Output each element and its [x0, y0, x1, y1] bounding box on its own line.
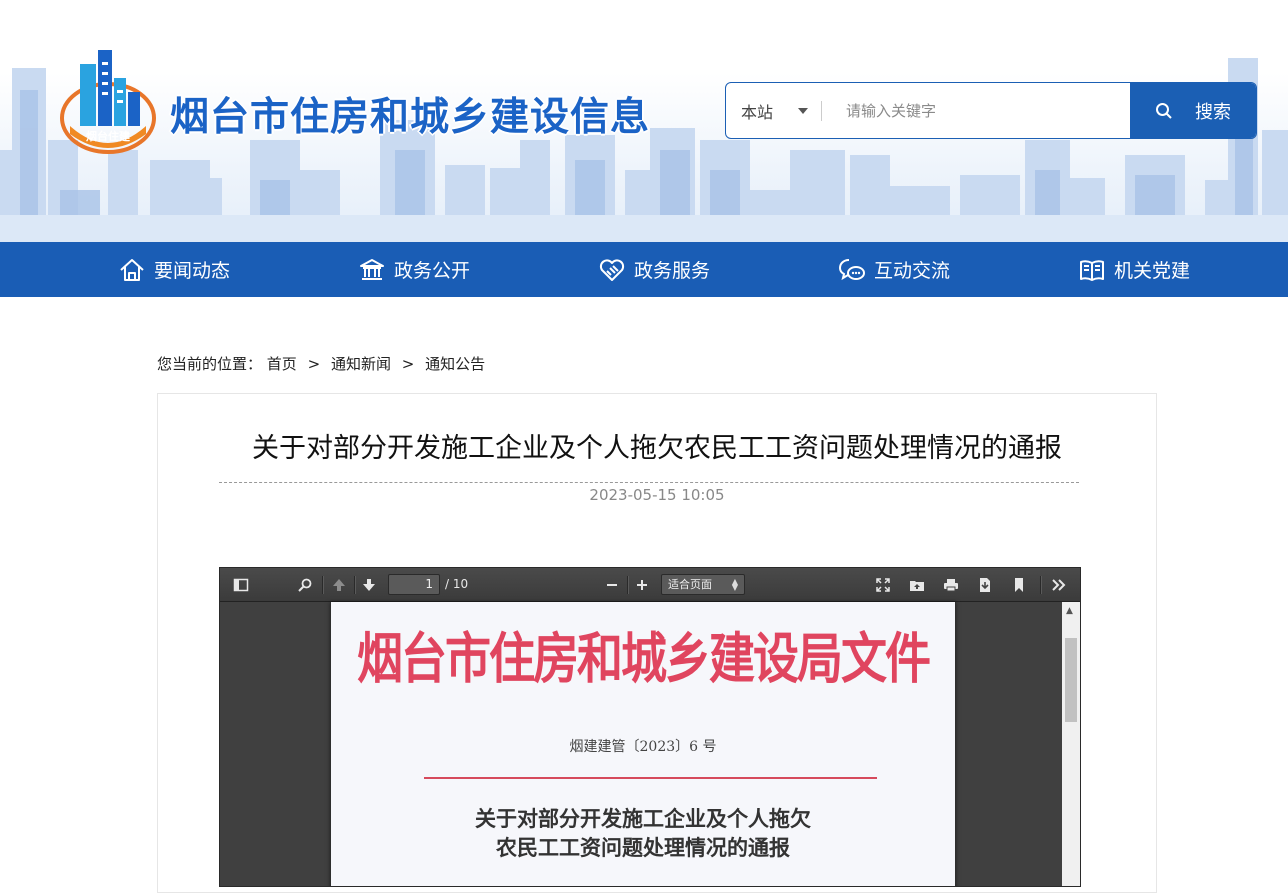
government-building-icon: [360, 258, 384, 280]
minus-icon: [607, 584, 617, 586]
nav-item-label: 政务服务: [634, 260, 711, 282]
zoom-select[interactable]: 适合页面 ▲ ▼: [661, 574, 745, 595]
toolbar-divider: [1040, 576, 1041, 594]
document-title: 关于对部分开发施工企业及个人拖欠 农民工工资问题处理情况的通报: [331, 804, 955, 862]
search-scope-dropdown[interactable]: 本站: [726, 83, 822, 138]
search-icon: [1156, 102, 1172, 119]
scrollbar-thumb[interactable]: [1065, 638, 1077, 722]
toolbar-divider: [322, 576, 323, 594]
download-icon: [980, 578, 990, 592]
nav-item-interaction[interactable]: 互动交流: [838, 242, 950, 297]
article-date: 2023-05-15 10:05: [589, 486, 725, 504]
updown-arrow-icon: ▲ ▼: [731, 577, 738, 592]
nav-item-label: 要闻动态: [154, 260, 231, 282]
pdf-page: 烟台市住房和城乡建设局文件 烟建建管〔2023〕6 号 关于对部分开发施工企业及…: [330, 602, 956, 886]
fullscreen-icon: [876, 578, 890, 592]
nav-item-label: 互动交流: [874, 260, 951, 282]
search-bar: 本站 搜索: [725, 82, 1257, 139]
previous-page-button[interactable]: [330, 576, 348, 594]
arrow-down-icon: [363, 579, 375, 591]
svg-text:烟台住建: 烟台住建: [86, 129, 131, 143]
title-divider: [219, 482, 1079, 483]
double-chevron-right-icon: [1052, 579, 1066, 591]
pdf-viewer: 1 / 10 适合页面 ▲ ▼ 烟台市住房和城乡建设局文件 烟建建管〔2023〕…: [219, 567, 1081, 887]
breadcrumb: 您当前的位置： 首页 > 通知新闻 > 通知公告: [157, 353, 485, 374]
sidebar-toggle-button[interactable]: [232, 576, 250, 594]
nav-item-label: 机关党建: [1114, 260, 1191, 282]
toolbar-divider: [354, 576, 355, 594]
zoom-out-button[interactable]: [603, 576, 621, 594]
vertical-scrollbar[interactable]: ▲: [1062, 602, 1080, 886]
document-number: 烟建建管〔2023〕6 号: [569, 739, 717, 755]
find-button[interactable]: [296, 576, 314, 594]
plus-icon: [637, 580, 647, 590]
article-title: 关于对部分开发施工企业及个人拖欠农民工工资问题处理情况的通报: [252, 433, 1062, 464]
breadcrumb-home[interactable]: 首页: [267, 355, 297, 373]
nav-item-label: 政务公开: [394, 260, 471, 282]
search-input[interactable]: [822, 83, 1130, 138]
page-total: / 10: [445, 577, 469, 591]
download-button[interactable]: [976, 576, 994, 594]
search-icon: [298, 578, 312, 592]
header-banner: 烟台住建 烟台市住房和城乡建设信息 本站 搜索: [0, 0, 1288, 242]
document-header: 烟台市住房和城乡建设局文件: [357, 626, 931, 691]
breadcrumb-separator: >: [307, 355, 321, 373]
breadcrumb-news[interactable]: 通知新闻: [331, 355, 391, 373]
nav-item-services[interactable]: 政务服务: [598, 242, 710, 297]
printer-icon: [944, 579, 958, 592]
nav-item-news[interactable]: 要闻动态: [118, 242, 230, 297]
nav-item-public-affairs[interactable]: 政务公开: [358, 242, 470, 297]
document-title-line: 农民工工资问题处理情况的通报: [496, 835, 790, 860]
chat-bubbles-icon: [838, 258, 865, 280]
zoom-select-value: 适合页面: [668, 578, 712, 591]
bookmark-button[interactable]: [1010, 576, 1028, 594]
scroll-up-arrow-icon[interactable]: ▲: [1066, 606, 1073, 616]
arrow-up-icon: [333, 579, 345, 591]
print-button[interactable]: [942, 576, 960, 594]
site-logo[interactable]: 烟台住建: [58, 48, 158, 156]
pdf-document-area[interactable]: 烟台市住房和城乡建设局文件 烟建建管〔2023〕6 号 关于对部分开发施工企业及…: [220, 602, 1080, 886]
breadcrumb-notices[interactable]: 通知公告: [425, 355, 485, 373]
search-scope-label: 本站: [741, 102, 774, 122]
next-page-button[interactable]: [360, 576, 378, 594]
breadcrumb-separator: >: [401, 355, 415, 373]
home-icon: [120, 258, 144, 281]
open-book-icon: [1080, 259, 1104, 281]
search-button[interactable]: 搜索: [1130, 83, 1256, 138]
pdf-toolbar: 1 / 10 适合页面 ▲ ▼: [220, 568, 1080, 602]
zoom-in-button[interactable]: [633, 576, 651, 594]
handshake-heart-icon: [599, 258, 625, 281]
chevron-down-icon: [798, 107, 808, 114]
page-number-input[interactable]: 1: [388, 574, 440, 595]
red-divider: [424, 777, 877, 779]
main-nav: 要闻动态 政务公开 政务服务 互动交流 机关党建: [0, 242, 1288, 297]
presentation-mode-button[interactable]: [874, 576, 892, 594]
nav-item-party-building[interactable]: 机关党建: [1078, 242, 1190, 297]
document-title-line: 关于对部分开发施工企业及个人拖欠: [475, 806, 811, 831]
search-button-label: 搜索: [1195, 101, 1231, 123]
open-folder-icon: [910, 581, 924, 591]
breadcrumb-prefix: 您当前的位置：: [157, 355, 263, 373]
open-file-button[interactable]: [908, 576, 926, 594]
toolbar-divider: [627, 576, 628, 594]
site-title[interactable]: 烟台市住房和城乡建设信息: [170, 86, 650, 142]
sidebar-toggle-icon: [233, 578, 249, 592]
bookmark-icon: [1015, 578, 1023, 592]
tools-menu-button[interactable]: [1050, 576, 1068, 594]
